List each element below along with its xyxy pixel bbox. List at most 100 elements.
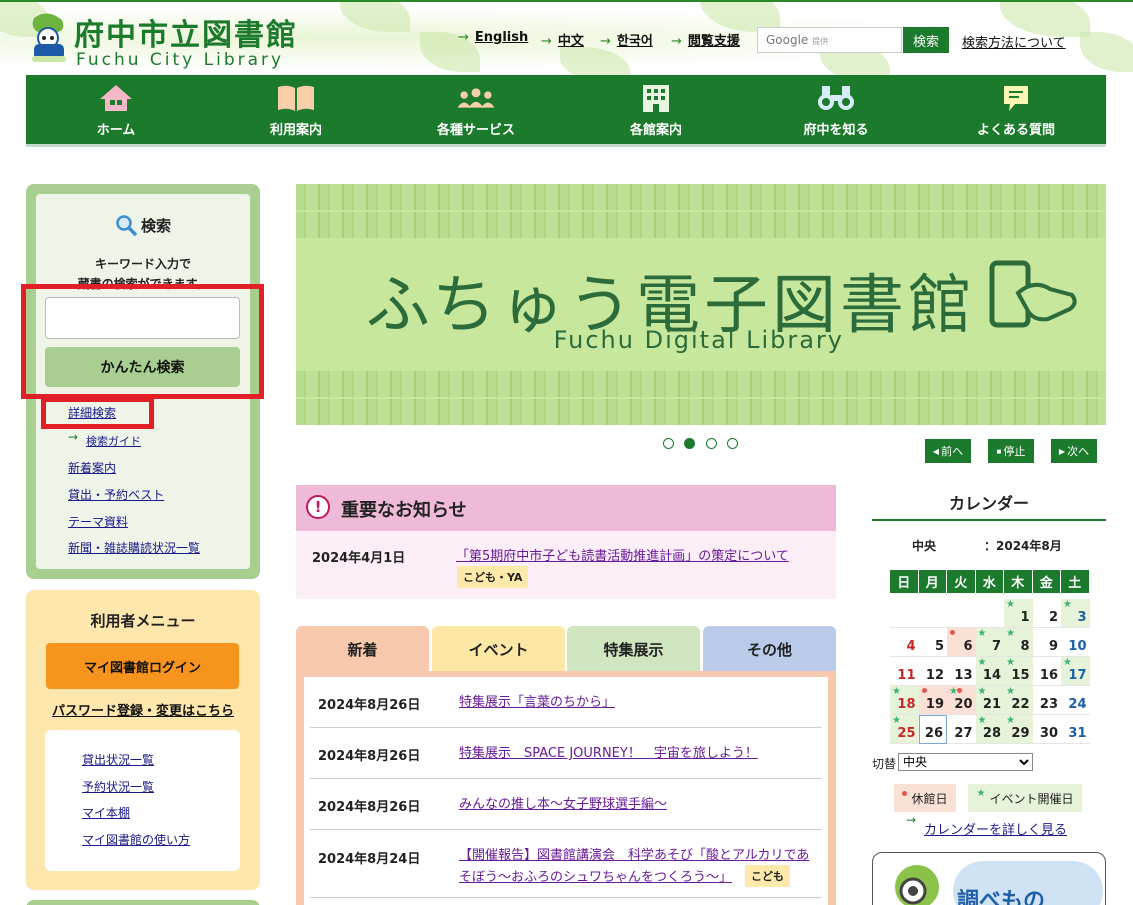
calendar-day-number: 12 — [925, 668, 944, 683]
calendar-day[interactable]: ★ 3 — [1061, 599, 1090, 628]
calendar-day[interactable]: ★ 14 — [975, 657, 1004, 686]
nav-guide[interactable]: 利用案内 — [206, 75, 386, 144]
carousel-dot-2[interactable] — [684, 438, 695, 449]
nav-home[interactable]: ホーム — [26, 75, 206, 144]
calendar-day-number: 9 — [1048, 639, 1058, 654]
calendar-day[interactable]: ★ 21 — [975, 686, 1004, 715]
my-library-howto-link[interactable]: マイ図書館の使い方 — [82, 831, 190, 848]
link-accessibility[interactable]: → 閲覧支援 — [671, 30, 740, 49]
news-link-continued[interactable]: そぼう～おふろのシュワちゃんをつくろう～」 — [459, 866, 732, 885]
my-library-login-button[interactable]: マイ図書館ログイン — [46, 643, 239, 689]
calendar-day[interactable]: 30 — [1032, 715, 1061, 744]
calendar-day[interactable]: 11 — [890, 657, 919, 686]
news-link[interactable]: みんなの推し本～女子野球選手編～ — [459, 793, 667, 812]
reservation-status-link[interactable]: 予約状況一覧 — [82, 778, 154, 795]
theme-materials-link[interactable]: テーマ資料 — [68, 513, 128, 530]
event-star-icon: ★ — [892, 715, 901, 726]
link-korean[interactable]: → 한국어 — [600, 30, 653, 49]
news-link[interactable]: 【開催報告】図書館講演会 科学あそび「酸とアルカリであ — [459, 844, 809, 863]
link-chinese[interactable]: → 中文 — [541, 30, 584, 49]
logo-english: Fuchu City Library — [76, 50, 285, 70]
tab-exhibit[interactable]: 特集展示 — [567, 626, 700, 672]
banner-carousel[interactable]: ふちゅう電子図書館 Fuchu Digital Library — [296, 184, 1106, 425]
calendar-day[interactable]: 16 — [1032, 657, 1061, 686]
best-loans-link[interactable]: 貸出・予約ベスト — [68, 486, 164, 503]
calendar-day[interactable]: ★ 8 — [1004, 628, 1033, 657]
calendar-day[interactable]: 12 — [918, 657, 947, 686]
branch-select[interactable]: 中央 — [898, 753, 1033, 771]
tab-event[interactable]: イベント — [432, 626, 565, 672]
event-star-icon: ★ — [1006, 715, 1015, 726]
calendar-day[interactable]: ★ 15 — [1004, 657, 1033, 686]
event-star-icon: ★ — [1006, 599, 1015, 610]
calendar-day[interactable]: 26 — [918, 715, 947, 744]
my-bookshelf-link[interactable]: マイ本棚 — [82, 804, 130, 821]
notice-date: 2024年4月1日 — [312, 551, 406, 566]
calendar-day[interactable]: ★ 18 — [890, 686, 919, 715]
carousel-stop-button[interactable]: ■ 停止 — [988, 439, 1034, 463]
carousel-dot-1[interactable] — [663, 438, 674, 449]
password-register-link[interactable]: パスワード登録・変更はこちら — [26, 700, 260, 719]
new-arrivals-link[interactable]: 新着案内 — [68, 459, 116, 476]
calendar-day[interactable]: ★ 1 — [1004, 599, 1033, 628]
tablet-touch-icon — [989, 260, 1077, 328]
calendar-title: カレンダー — [948, 494, 1029, 513]
calendar-day[interactable]: ★ 29 — [1004, 715, 1033, 744]
calendar-day[interactable]: 9 — [1032, 628, 1061, 657]
carousel-dot-3[interactable] — [706, 438, 717, 449]
calendar-day[interactable]: 24 — [1061, 686, 1090, 715]
nav-faq[interactable]: よくある質問 — [926, 75, 1106, 144]
calendar-day[interactable]: 4 — [890, 628, 919, 657]
calendar-weekday: 日 — [890, 570, 919, 593]
calendar-detail-link[interactable]: カレンダーを詳しく見る — [924, 819, 1067, 838]
header-search-button[interactable]: 検索 — [903, 27, 949, 53]
carousel-next-button[interactable]: ▶ 次へ — [1051, 439, 1097, 463]
calendar-day[interactable]: ★ 22 — [1004, 686, 1033, 715]
calendar-day-number: 15 — [1011, 668, 1030, 683]
nav-fuchu[interactable]: 府中を知る — [746, 75, 926, 144]
notice-tag: こども・YA — [457, 566, 529, 588]
research-banner[interactable]: 調べもの — [872, 852, 1106, 905]
calendar-day[interactable]: 6 — [947, 628, 976, 657]
calendar-day[interactable]: ★ 7 — [975, 628, 1004, 657]
nav-faq-label: よくある質問 — [976, 123, 1055, 138]
calendar-day[interactable]: 10 — [1061, 628, 1090, 657]
calendar-day[interactable]: ★ 25 — [890, 715, 919, 744]
event-star-icon: ★ — [1006, 686, 1015, 697]
carousel-prev-button[interactable]: ◀ 前へ — [925, 439, 971, 463]
calendar-day[interactable]: 5 — [918, 628, 947, 657]
tab-new[interactable]: 新着 — [296, 626, 429, 672]
nav-branches[interactable]: 各館案内 — [566, 75, 746, 144]
calendar-day[interactable]: 2 — [1032, 599, 1061, 628]
google-search-input[interactable]: Google 提供 — [757, 27, 902, 53]
google-label: Google — [766, 33, 809, 47]
search-guide-link[interactable]: 検索ガイド — [86, 433, 141, 449]
loan-status-link[interactable]: 貸出状況一覧 — [82, 751, 154, 768]
calendar-grid: 日月火水木金土 ★ 1 2 ★ 3 4 5 6 ★ 7 ★ 8 9 10 11 12 13 ★ 14 ★ 15 16 ★ 17 ★… — [890, 570, 1090, 744]
news-link[interactable]: 特集展示 SPACE JOURNEY！ 宇宙を旅しよう！ — [459, 742, 758, 761]
news-link[interactable]: 特集展示「言葉のちから」 — [459, 691, 615, 710]
nav-services[interactable]: 各種サービス — [386, 75, 566, 144]
link-english[interactable]: → English — [458, 30, 528, 45]
calendar-day-number: 5 — [934, 639, 944, 654]
building-icon — [636, 81, 676, 115]
prev-icon: ◀ — [932, 446, 940, 456]
notice-link[interactable]: 「第5期府中市子ども読書活動推進計画」の策定について — [456, 545, 789, 564]
calendar-day-number: 2 — [1048, 610, 1058, 625]
calendar-day[interactable]: ★ 17 — [1061, 657, 1090, 686]
search-method-link[interactable]: 検索方法について — [962, 32, 1066, 51]
calendar-day[interactable]: 13 — [947, 657, 976, 686]
calendar-day[interactable]: 23 — [1032, 686, 1061, 715]
periodicals-list-link[interactable]: 新聞・雑誌購読状況一覧 — [68, 539, 200, 556]
carousel-dot-4[interactable] — [727, 438, 738, 449]
tab-other[interactable]: その他 — [703, 626, 836, 672]
calendar-day[interactable]: 27 — [947, 715, 976, 744]
news-row: 2024年8月26日 みんなの推し本～女子野球選手編～ — [310, 779, 822, 830]
site-logo[interactable]: 府中市立図書館 Fuchu City Library — [28, 8, 328, 72]
calendar-day[interactable]: 31 — [1061, 715, 1090, 744]
calendar-day[interactable]: ★ 28 — [975, 715, 1004, 744]
calendar-day[interactable]: ★ 20 — [947, 686, 976, 715]
notice-title: 重要なお知らせ — [341, 500, 467, 521]
research-label: 調べもの — [957, 889, 1046, 905]
calendar-day[interactable]: 19 — [918, 686, 947, 715]
